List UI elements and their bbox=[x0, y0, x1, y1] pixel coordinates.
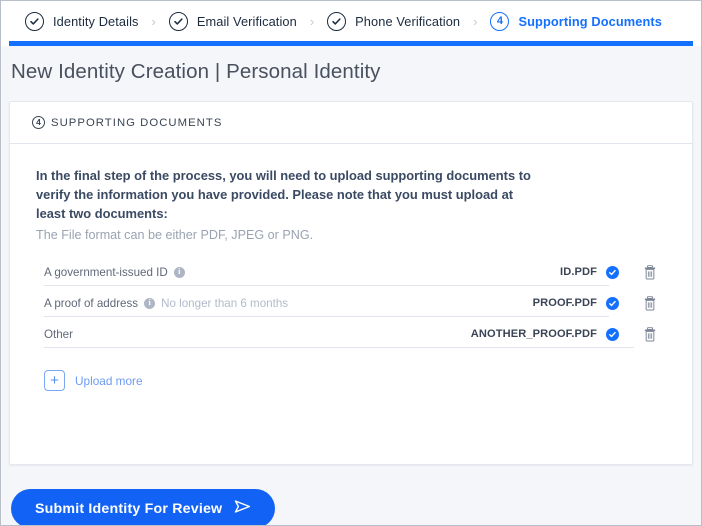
upload-more-button[interactable]: + Upload more bbox=[36, 370, 143, 391]
trash-icon[interactable] bbox=[642, 326, 658, 342]
document-label-group: Other bbox=[44, 328, 73, 341]
identity-creation-window: Identity Details › Email Verification › … bbox=[0, 0, 702, 526]
card-header: 4 SUPPORTING DOCUMENTS bbox=[10, 102, 692, 144]
file-name: ID.PDF bbox=[560, 266, 597, 278]
upload-success-check-icon bbox=[606, 296, 619, 310]
send-icon bbox=[234, 499, 251, 518]
step-label: Supporting Documents bbox=[518, 13, 662, 29]
step-number: 4 bbox=[496, 14, 504, 27]
upload-success-check-icon bbox=[606, 327, 619, 341]
card-area: 4 SUPPORTING DOCUMENTS In the final step… bbox=[1, 101, 701, 477]
check-circle-icon bbox=[168, 11, 188, 31]
row-divider bbox=[44, 285, 609, 286]
document-file-group: ANOTHER_PROOF.PDF bbox=[471, 326, 658, 342]
submit-button-label: Submit Identity For Review bbox=[35, 500, 223, 517]
plus-icon: + bbox=[44, 370, 65, 391]
info-icon[interactable]: i bbox=[144, 297, 156, 309]
page-title: New Identity Creation | Personal Identit… bbox=[11, 60, 381, 83]
file-name: PROOF.PDF bbox=[532, 297, 597, 309]
step-identity-details[interactable]: Identity Details bbox=[25, 11, 139, 31]
document-file-group: PROOF.PDF bbox=[533, 295, 658, 311]
footer-bar: Submit Identity For Review bbox=[1, 477, 701, 525]
submit-identity-button[interactable]: Submit Identity For Review bbox=[11, 489, 276, 525]
document-label-group: A government-issued ID i bbox=[44, 266, 185, 279]
numbered-circle-icon: 4 bbox=[490, 11, 510, 31]
section-number: 4 bbox=[36, 117, 41, 128]
upload-more-label: Upload more bbox=[75, 373, 143, 388]
row-divider bbox=[44, 347, 634, 348]
document-list: A government-issued ID i ID.PDF A proof … bbox=[36, 264, 666, 348]
row-divider bbox=[44, 316, 609, 317]
document-file-group: ID.PDF bbox=[560, 264, 658, 280]
step-label: Phone Verification bbox=[355, 13, 461, 29]
step-label: Email Verification bbox=[196, 13, 297, 29]
numbered-circle-icon: 4 bbox=[32, 116, 45, 129]
table-row: A proof of address i No longer than 6 mo… bbox=[44, 295, 658, 317]
step-supporting-documents[interactable]: 4 Supporting Documents bbox=[490, 11, 662, 31]
page-title-band: New Identity Creation | Personal Identit… bbox=[1, 46, 701, 101]
section-title: SUPPORTING DOCUMENTS bbox=[51, 116, 223, 129]
card-body: In the final step of the process, you wi… bbox=[10, 144, 692, 391]
intro-subtext: The File format can be either PDF, JPEG … bbox=[36, 228, 314, 242]
step-phone-verification[interactable]: Phone Verification bbox=[327, 11, 461, 31]
info-icon[interactable]: i bbox=[173, 266, 185, 278]
intro-text: In the final step of the process, you wi… bbox=[36, 168, 531, 221]
step-separator-icon: › bbox=[151, 13, 156, 29]
document-label: A proof of address bbox=[44, 296, 139, 310]
trash-icon[interactable] bbox=[642, 295, 658, 311]
document-label-group: A proof of address i No longer than 6 mo… bbox=[44, 297, 288, 310]
progress-stepper: Identity Details › Email Verification › … bbox=[1, 1, 701, 41]
upload-success-check-icon bbox=[606, 265, 619, 279]
check-circle-icon bbox=[25, 11, 44, 31]
table-row: Other ANOTHER_PROOF.PDF bbox=[44, 326, 658, 348]
check-circle-icon bbox=[327, 11, 347, 31]
document-label: Other bbox=[44, 327, 73, 341]
document-label: A government-issued ID bbox=[44, 265, 168, 279]
file-name: ANOTHER_PROOF.PDF bbox=[470, 328, 597, 340]
step-email-verification[interactable]: Email Verification bbox=[168, 11, 297, 31]
table-row: A government-issued ID i ID.PDF bbox=[44, 264, 658, 286]
supporting-documents-card: 4 SUPPORTING DOCUMENTS In the final step… bbox=[9, 101, 693, 465]
document-hint: No longer than 6 months bbox=[161, 296, 289, 310]
step-label: Identity Details bbox=[53, 13, 139, 29]
step-separator-icon: › bbox=[309, 13, 315, 29]
trash-icon[interactable] bbox=[642, 264, 658, 280]
step-separator-icon: › bbox=[473, 13, 478, 29]
